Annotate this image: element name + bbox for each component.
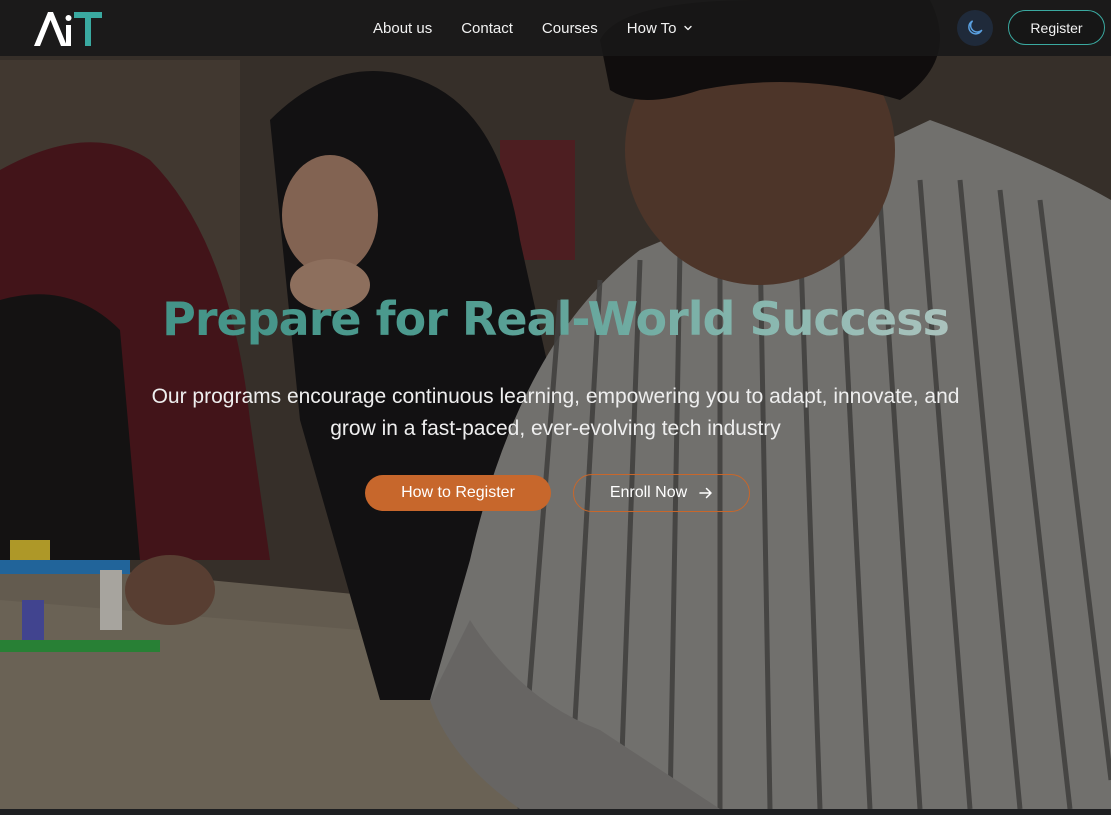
nav-link-courses-label: Courses xyxy=(541,19,598,37)
moon-icon xyxy=(968,20,983,35)
page-bottom-strip xyxy=(0,809,1111,815)
how-to-register-button[interactable]: How to Register xyxy=(365,475,551,511)
chevron-down-icon xyxy=(683,25,692,31)
arrow-right-icon xyxy=(699,487,712,499)
how-to-register-label: How to Register xyxy=(401,484,515,501)
hero-section: Prepare for Real-World Success Our progr… xyxy=(0,0,1111,809)
hero-title: Prepare for Real-World Success xyxy=(0,292,1111,346)
register-button[interactable]: Register xyxy=(1008,10,1105,45)
nav-link-how-to[interactable]: How To xyxy=(627,20,693,37)
enroll-now-button[interactable]: Enroll Now xyxy=(573,474,750,512)
nav-link-about-us[interactable]: About us xyxy=(373,20,432,37)
top-navbar: About us Contact Courses How To Register xyxy=(0,0,1111,56)
ait-logo[interactable] xyxy=(32,9,106,49)
register-button-label: Register xyxy=(1030,19,1083,36)
nav-link-how-to-label: How To xyxy=(626,19,677,37)
nav-link-contact-label: Contact xyxy=(461,19,513,37)
hero-subtitle: Our programs encourage continuous learni… xyxy=(151,385,960,440)
nav-link-contact[interactable]: Contact xyxy=(461,20,513,37)
nav-link-about-us-label: About us xyxy=(373,19,433,37)
theme-toggle-button[interactable] xyxy=(957,10,993,46)
nav-link-courses[interactable]: Courses xyxy=(542,20,598,37)
nav-links: About us Contact Courses How To xyxy=(373,0,693,56)
enroll-now-label: Enroll Now xyxy=(609,484,688,501)
